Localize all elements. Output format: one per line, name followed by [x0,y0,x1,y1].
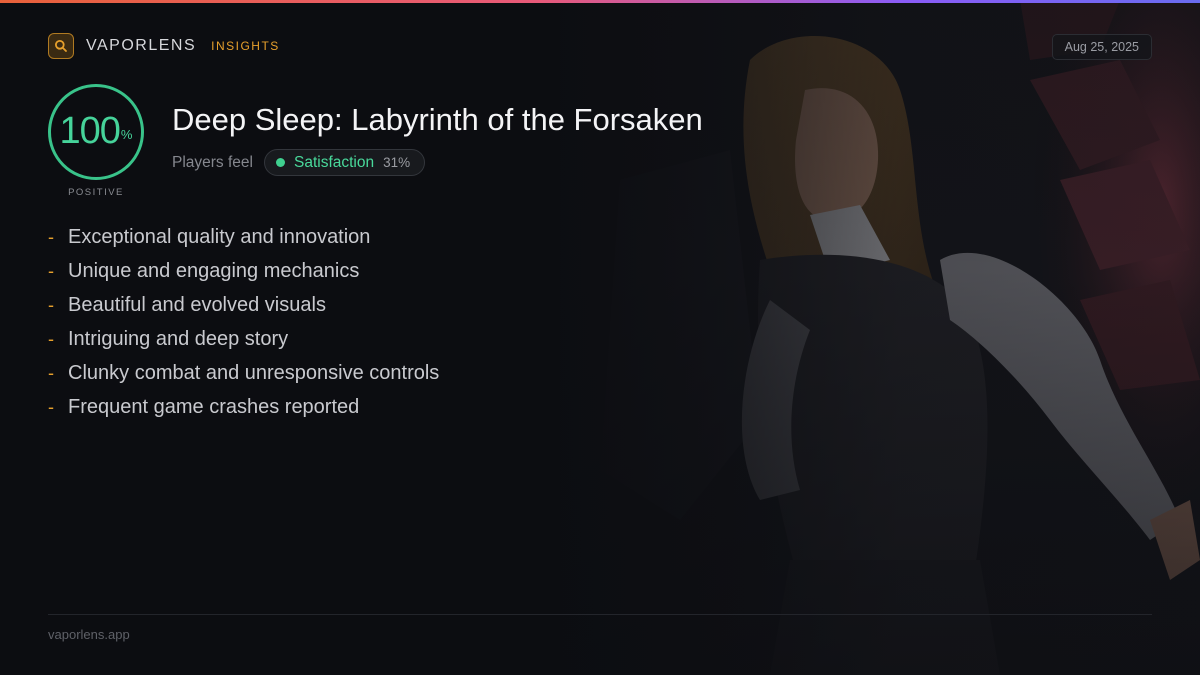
bullet-dash: - [48,294,54,315]
list-item: - Frequent game crashes reported [48,390,439,424]
brand-tag: INSIGHTS [211,39,280,53]
list-item-text: Unique and engaging mechanics [68,259,360,282]
insight-list: - Exceptional quality and innovation - U… [48,220,439,424]
footer-link[interactable]: vaporlens.app [48,627,130,642]
brand: VAPORLENS INSIGHTS [48,33,280,59]
score-unit: % [120,127,133,142]
list-item: - Unique and engaging mechanics [48,254,439,288]
list-item-text: Intriguing and deep story [68,327,289,350]
list-item: - Beautiful and evolved visuals [48,288,439,322]
sentiment-percent: 31% [383,155,411,170]
sentiment-row: Players feel Satisfaction 31% [172,149,426,176]
list-item-text: Frequent game crashes reported [68,395,360,418]
bullet-dash: - [48,328,54,349]
insight-card: VAPORLENS INSIGHTS Aug 25, 2025 100% POS… [0,0,1200,675]
sentiment-pill: Satisfaction 31% [263,149,426,176]
bullet-dash: - [48,362,54,383]
list-item: - Exceptional quality and innovation [48,220,439,254]
date-badge: Aug 25, 2025 [1051,34,1152,60]
gradient-accent-bar [0,0,1200,3]
bullet-dash: - [48,226,54,247]
sentiment-prefix: Players feel [172,153,253,171]
status-dot-icon [275,158,285,167]
list-item-text: Exceptional quality and innovation [68,225,371,248]
score-ring: 100% [48,84,144,180]
sentiment-name: Satisfaction [293,153,375,171]
footer-divider [48,614,1152,615]
brand-name: VAPORLENS [86,37,197,54]
bullet-dash: - [48,396,54,417]
search-icon [48,33,74,59]
score-label: POSITIVE [68,187,124,198]
bullet-dash: - [48,260,54,281]
score-value: 100% [48,109,144,153]
score-number: 100 [59,110,121,152]
list-item: - Clunky combat and unresponsive control… [48,356,439,390]
list-item: - Intriguing and deep story [48,322,439,356]
game-title: Deep Sleep: Labyrinth of the Forsaken [172,102,703,137]
list-item-text: Clunky combat and unresponsive controls [68,361,440,384]
list-item-text: Beautiful and evolved visuals [68,293,326,316]
